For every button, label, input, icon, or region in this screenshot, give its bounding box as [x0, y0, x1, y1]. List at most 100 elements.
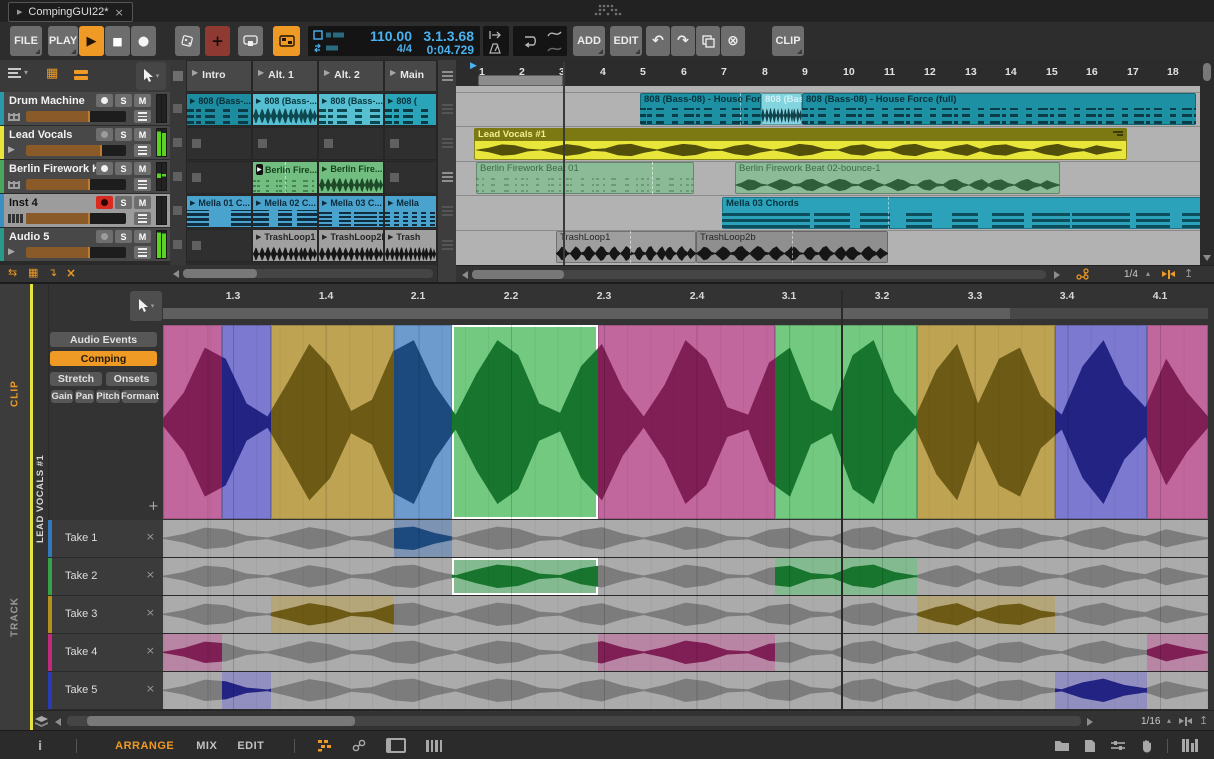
- arranger-clip-trash-a[interactable]: TrashLoop1: [556, 231, 696, 263]
- mixer-panel-icon[interactable]: [426, 740, 442, 752]
- launcher-clip-trash[interactable]: ▶Trash: [385, 230, 436, 261]
- comp-segment-take-3[interactable]: [917, 325, 1055, 519]
- clip-play-icon[interactable]: ▶: [388, 200, 393, 207]
- file-menu-button[interactable]: FILE: [10, 26, 42, 56]
- track-name[interactable]: Berlin Firework Kit: [9, 163, 107, 175]
- clip-slot[interactable]: ▶808 (Bass-...: [252, 93, 318, 126]
- comping-badge-icon[interactable]: [1113, 131, 1123, 138]
- settings-sliders-icon[interactable]: [1110, 739, 1126, 752]
- clip-play-icon[interactable]: ▶: [388, 234, 393, 241]
- formant-button[interactable]: Formant: [122, 390, 158, 403]
- track-menu-button[interactable]: [134, 212, 151, 225]
- arranger-view-icon[interactable]: [74, 70, 88, 80]
- track-list-menu[interactable]: ▾: [8, 68, 28, 78]
- bar-number[interactable]: 8: [762, 66, 768, 78]
- clip-slot-empty[interactable]: [384, 127, 437, 160]
- arranger-playhead[interactable]: [563, 62, 565, 265]
- arm-button[interactable]: [96, 196, 113, 209]
- play-button[interactable]: ▶: [79, 26, 104, 56]
- bar-number[interactable]: 16: [1086, 66, 1098, 78]
- clip-slot[interactable]: ▶TrashLoop1: [252, 229, 318, 262]
- clip-play-icon[interactable]: ▶: [190, 200, 195, 207]
- clip-slot[interactable]: ▶Mella 02 C...: [252, 195, 318, 228]
- stop-track-button[interactable]: [173, 240, 182, 249]
- comp-segment-take-1[interactable]: [394, 325, 452, 519]
- delete-take-icon[interactable]: ×: [146, 645, 155, 656]
- hand-tool-icon[interactable]: [1140, 739, 1153, 753]
- comping-mode-button[interactable]: [273, 26, 300, 56]
- snap-caret-icon[interactable]: ▴: [1146, 270, 1150, 278]
- mute-button[interactable]: M: [134, 94, 151, 107]
- time-signature-value[interactable]: 4/4: [348, 43, 412, 55]
- pin-playhead-icon[interactable]: ↥: [1199, 715, 1208, 726]
- track-name[interactable]: Lead Vocals: [9, 129, 72, 141]
- clip-slot[interactable]: ▶808 (Bass-...: [318, 93, 384, 126]
- arranger-clip-trash-b[interactable]: TrashLoop2b: [696, 231, 888, 263]
- stop-track-button[interactable]: [173, 138, 182, 147]
- comp-segment-take-2[interactable]: [775, 325, 917, 519]
- launcher-clip-808[interactable]: ▶808 (: [385, 94, 436, 125]
- beat-label[interactable]: 2.4: [690, 290, 705, 302]
- scene-lanes-icon[interactable]: [442, 71, 453, 81]
- bar-number[interactable]: 12: [924, 66, 936, 78]
- stop-button[interactable]: ■: [105, 26, 130, 56]
- track-menu-button[interactable]: [134, 144, 151, 157]
- comp-segment-take-3[interactable]: [271, 325, 394, 519]
- clip-slot-empty[interactable]: [186, 161, 252, 194]
- clip-slot[interactable]: ▶Mella: [384, 195, 437, 228]
- arranger-clip-mella-03[interactable]: Mella 03 Chords: [722, 197, 1214, 229]
- delete-take-icon[interactable]: ×: [146, 683, 155, 694]
- bar-number[interactable]: 15: [1046, 66, 1058, 78]
- clip-slot[interactable]: ▶Mella 03 C...: [318, 195, 384, 228]
- solo-button[interactable]: S: [115, 230, 132, 243]
- take-lane-5[interactable]: [163, 672, 1208, 710]
- project-close-icon[interactable]: ×: [114, 7, 123, 18]
- clip-slot[interactable]: ▶Berlin Fire...: [318, 161, 384, 194]
- take-used-region-selected[interactable]: [452, 558, 598, 595]
- track-row-lead-vocals[interactable]: Lead Vocals S M ▶: [0, 126, 170, 159]
- beat-label[interactable]: 1.3: [226, 290, 241, 302]
- track-lanes-icon[interactable]: [442, 206, 453, 216]
- stop-all-button[interactable]: [173, 71, 183, 81]
- editor-zoom-bar[interactable]: [163, 308, 1208, 319]
- scene-header-alt-1[interactable]: ▶Alt. 1: [252, 60, 318, 92]
- scroll-left-arrow[interactable]: [462, 271, 468, 279]
- volume-fader[interactable]: [26, 179, 126, 190]
- clip-slot-empty[interactable]: [186, 229, 252, 262]
- launcher-clip-trash[interactable]: ▶TrashLoop1: [253, 230, 317, 261]
- bar-number[interactable]: 11: [884, 66, 895, 78]
- automation-show-icon[interactable]: [547, 44, 562, 54]
- layered-editing-button[interactable]: [238, 26, 263, 56]
- scroll-down-arrow[interactable]: [1203, 255, 1211, 261]
- clip-slot[interactable]: ▶808 (Bass-...: [186, 93, 252, 126]
- redo-button[interactable]: ↷: [671, 26, 695, 56]
- track-name[interactable]: Drum Machine: [9, 95, 85, 107]
- operator-flow-icon[interactable]: [1076, 268, 1090, 281]
- scene-header-intro[interactable]: ▶Intro: [186, 60, 252, 92]
- launcher-clip-berlin-playing[interactable]: ▶ Berlin Fire...: [253, 162, 317, 193]
- automation-follow-icon[interactable]: [547, 29, 562, 39]
- pin-playhead-icon[interactable]: ↥: [1184, 268, 1193, 279]
- arranger-clip-drum-b[interactable]: 808 (Bas: [761, 93, 802, 125]
- arm-button[interactable]: [96, 162, 113, 175]
- stop-track-button[interactable]: [173, 206, 182, 215]
- arranger-clip-lead-vocals[interactable]: Lead Vocals #1: [474, 128, 1127, 160]
- bar-number[interactable]: 10: [843, 66, 855, 78]
- follow-playback-icon[interactable]: ↴: [48, 267, 57, 278]
- arranger-clip-drum-a[interactable]: 808 (Bass-08) - House Force (: [640, 93, 761, 125]
- scene-play-icon[interactable]: ▶: [390, 69, 396, 81]
- scene-play-icon[interactable]: ▶: [258, 69, 264, 81]
- ruler-range-bar[interactable]: [478, 75, 563, 86]
- add-track-button[interactable]: ADD: [573, 26, 605, 56]
- beat-label[interactable]: 3.1: [782, 290, 797, 302]
- clip-slot[interactable]: ▶Trash: [384, 229, 437, 262]
- metronome-icon[interactable]: [489, 43, 501, 54]
- take-header-3[interactable]: Take 3×: [48, 596, 163, 634]
- solo-button[interactable]: S: [115, 128, 132, 141]
- stretch-button[interactable]: Stretch: [50, 372, 102, 386]
- take-used-region[interactable]: [1147, 634, 1208, 671]
- undo-button[interactable]: ↶: [646, 26, 670, 56]
- clip-slot[interactable]: ▶ Berlin Fire...: [252, 161, 318, 194]
- clip-slot[interactable]: ▶Mella 01 C...: [186, 195, 252, 228]
- track-name[interactable]: Audio 5: [9, 231, 49, 243]
